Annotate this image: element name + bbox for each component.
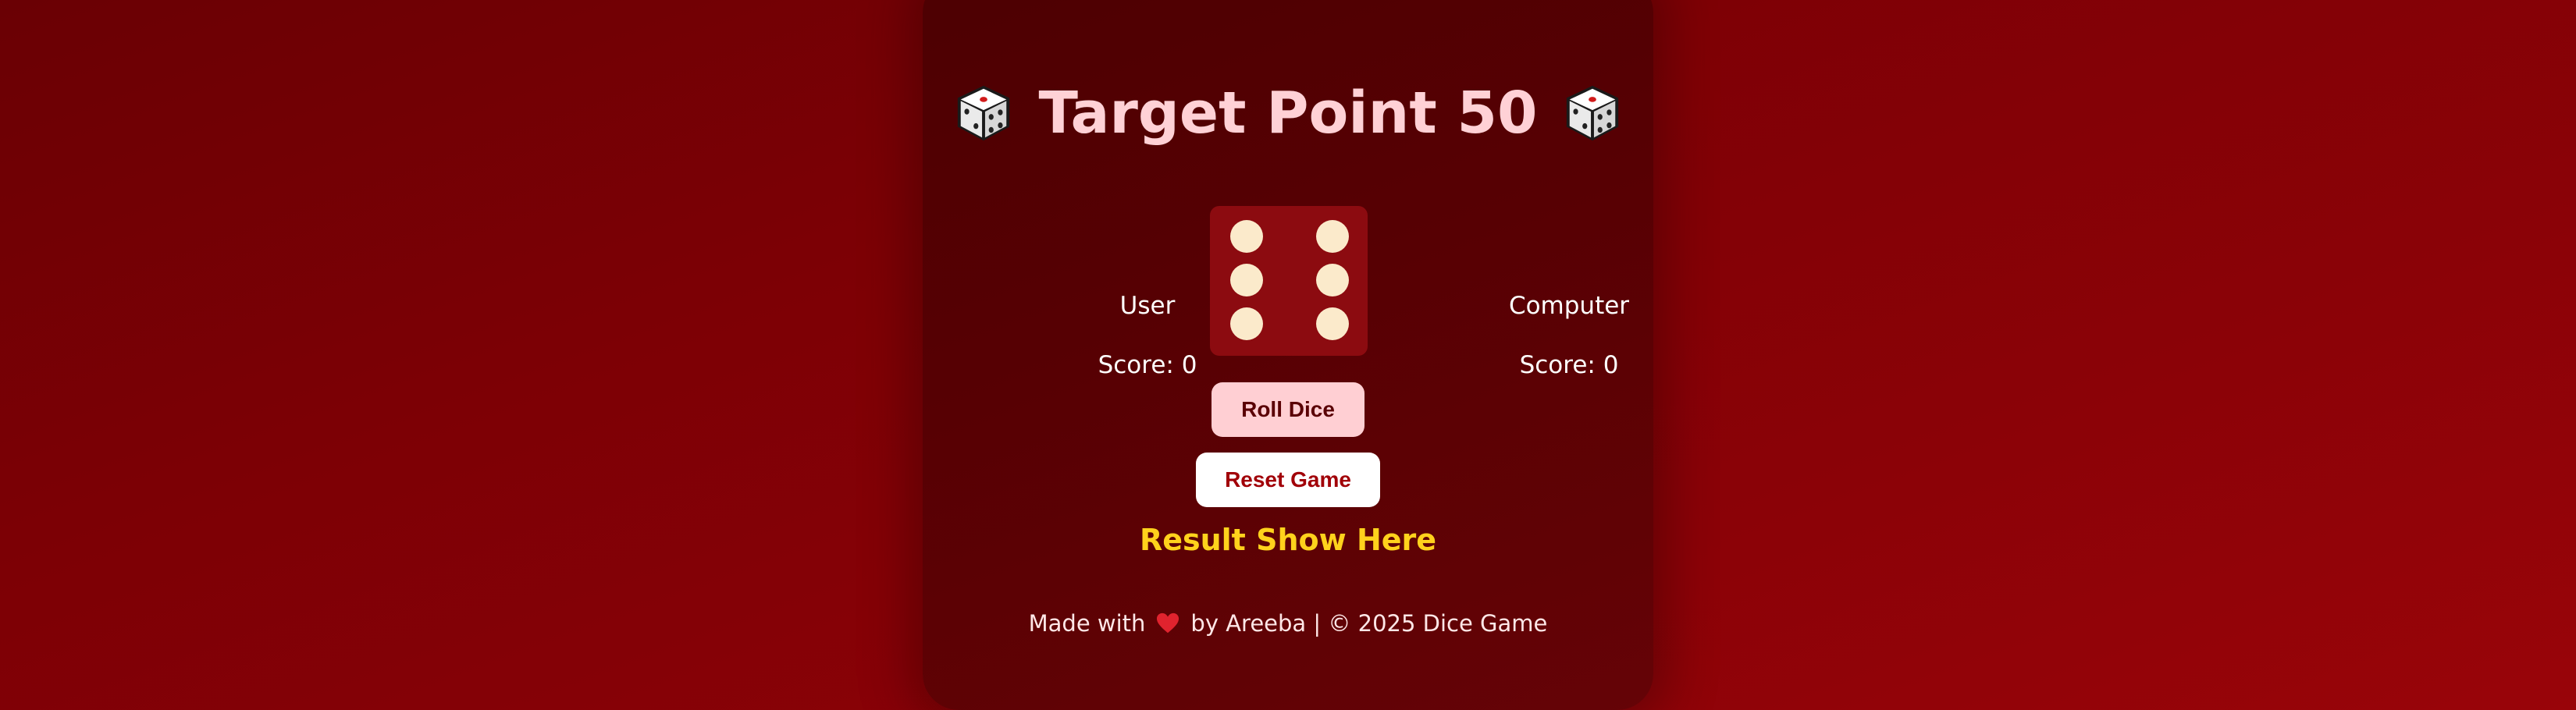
footer-suffix: by Areeba | © 2025 Dice Game bbox=[1190, 610, 1548, 637]
dice-pip bbox=[1316, 264, 1349, 296]
user-score-label: Score: bbox=[1098, 351, 1182, 379]
roll-dice-button[interactable]: Roll Dice bbox=[1212, 382, 1364, 437]
computer-score-label: Score: bbox=[1519, 351, 1603, 379]
reset-game-button[interactable]: Reset Game bbox=[1196, 453, 1380, 507]
page-title: Target Point 50 bbox=[1038, 80, 1538, 147]
dice-icon bbox=[957, 85, 1009, 141]
dice-six-icon bbox=[1210, 206, 1368, 356]
dice-pip bbox=[1316, 220, 1349, 253]
dice-pip bbox=[1230, 264, 1263, 296]
computer-name: Computer bbox=[1508, 292, 1630, 320]
game-card: Target Point 50 User Score: 0 Computer S… bbox=[923, 0, 1653, 710]
footer: Made with by Areeba | © 2025 Dice Game bbox=[923, 610, 1653, 637]
dice-pip bbox=[1230, 307, 1263, 340]
computer-score: Score: 0 bbox=[1468, 351, 1670, 379]
result-text: Result Show Here bbox=[1139, 523, 1437, 557]
user-score-value: 0 bbox=[1181, 351, 1197, 379]
dice-pip bbox=[1230, 220, 1263, 253]
heart-icon bbox=[1157, 612, 1179, 634]
computer-score-value: 0 bbox=[1603, 351, 1619, 379]
title-row: Target Point 50 bbox=[923, 70, 1653, 156]
dice-icon bbox=[1567, 85, 1619, 141]
dice-pip bbox=[1316, 307, 1349, 340]
footer-prefix: Made with bbox=[1028, 610, 1146, 637]
